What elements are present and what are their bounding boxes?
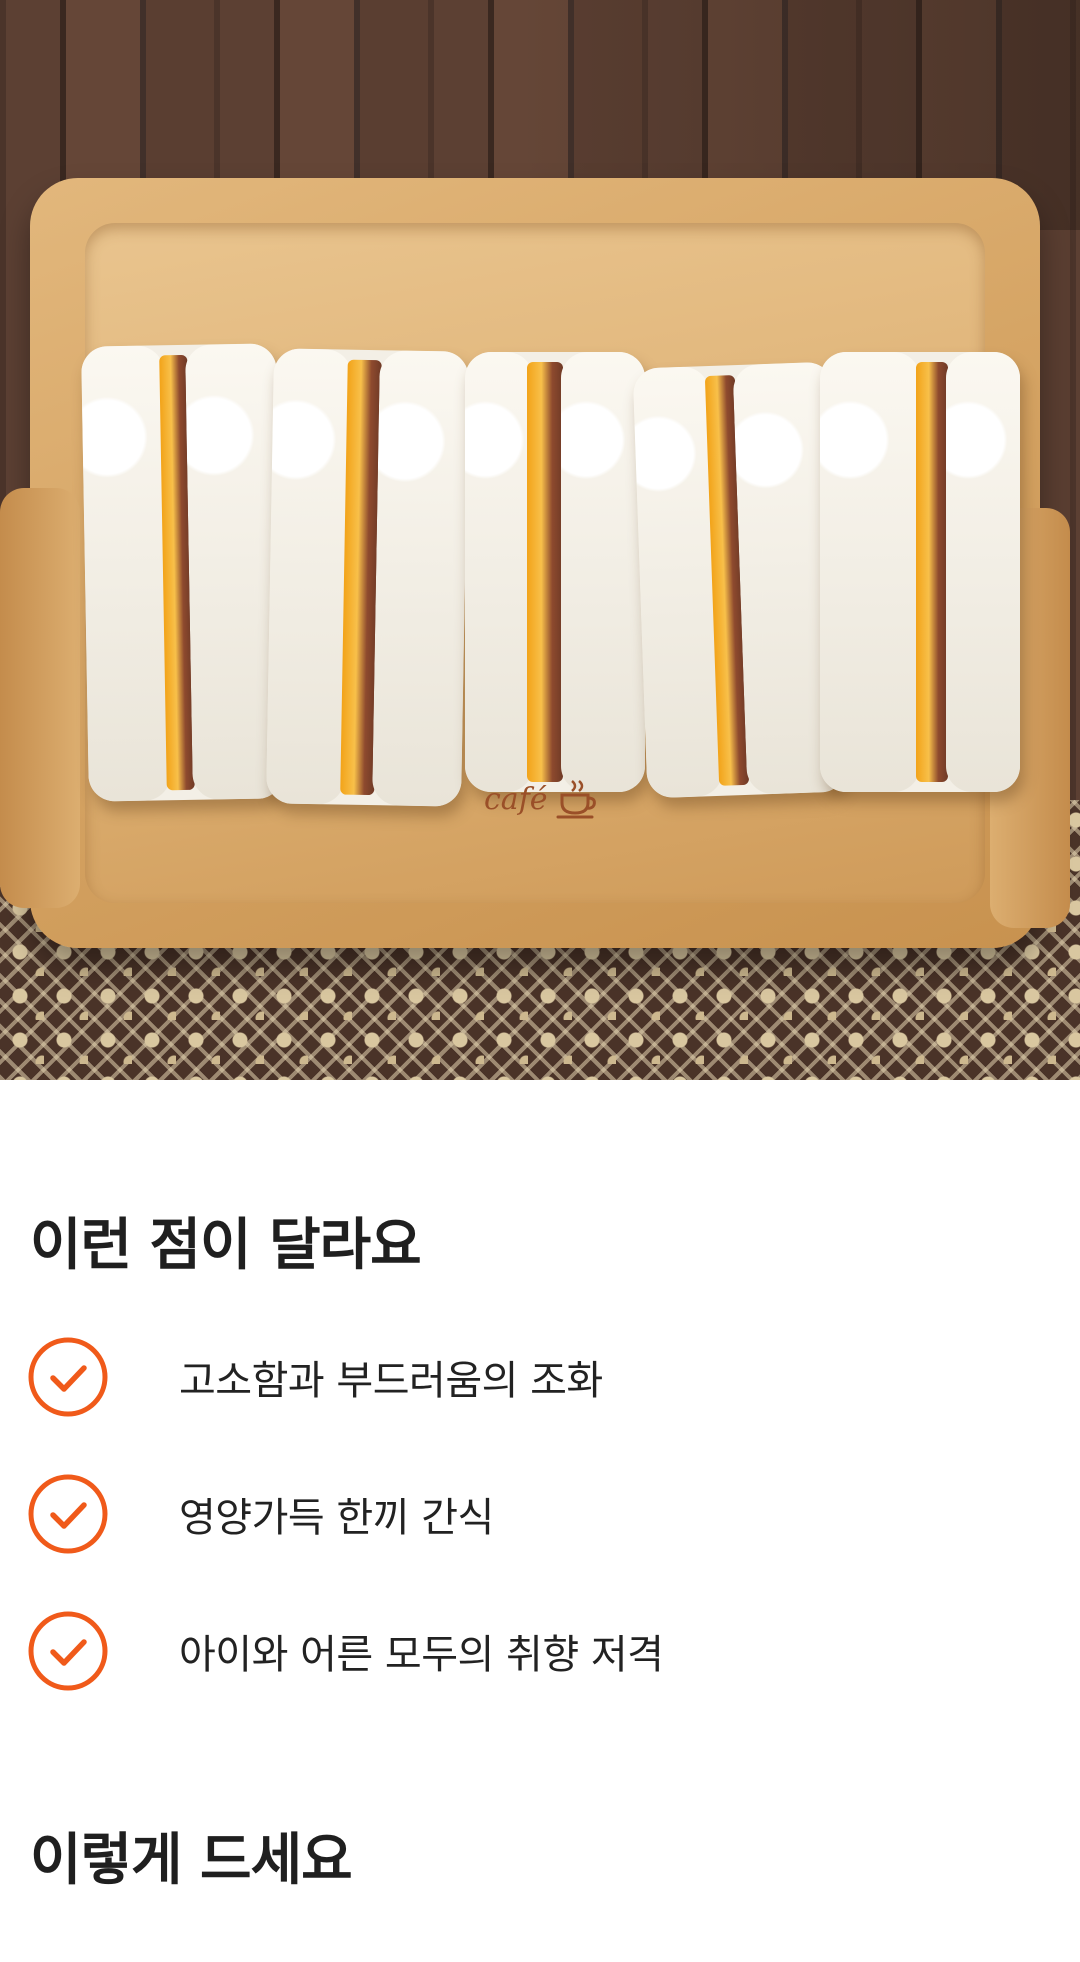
feature-label: 고소함과 부드러움의 조화: [179, 1358, 603, 1404]
cafe-brand-text: café: [484, 781, 548, 817]
how-to-eat-title: 이렇게 드세요: [30, 1828, 353, 1893]
sandwich-1: [81, 343, 284, 802]
product-detail-page: café 이런 점이 달라요 고소함과 부드러움의 조화 영양가득 한끼 간식: [0, 0, 1080, 1962]
check-circle-icon: [28, 1474, 108, 1554]
feature-label: 아이와 어른 모두의 취향 저격: [179, 1632, 664, 1678]
feature-label: 영양가득 한끼 간식: [179, 1495, 494, 1541]
coffee-cup-icon: [556, 780, 596, 819]
sandwich-2: [266, 348, 469, 807]
feature-list: 고소함과 부드러움의 조화 영양가득 한끼 간식 아이와 어른 모두의 취향 저…: [27, 1336, 1047, 1747]
feature-item: 고소함과 부드러움의 조화: [27, 1336, 1047, 1418]
sandwich-3: [465, 352, 645, 792]
sandwich-4: [632, 361, 848, 799]
tray-handle-left: [0, 488, 80, 908]
feature-item: 영양가득 한끼 간식: [27, 1473, 1047, 1555]
cafe-brand-mark: café: [484, 775, 602, 823]
check-circle-icon: [28, 1611, 108, 1691]
feature-item: 아이와 어른 모두의 취향 저격: [27, 1610, 1047, 1692]
differences-title: 이런 점이 달라요: [30, 1213, 422, 1278]
sandwich-5: [820, 352, 1020, 792]
hero-product-image: café: [0, 0, 1080, 1080]
check-circle-icon: [28, 1337, 108, 1417]
